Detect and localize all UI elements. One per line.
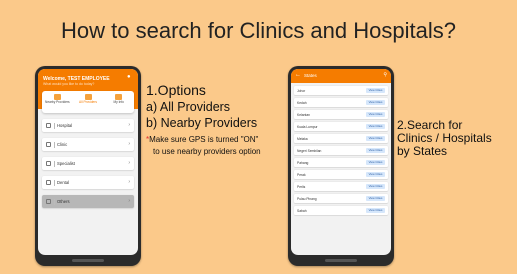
state-row: Melaka View Cities — [294, 134, 388, 143]
gps-note: *Make sure GPS is turned "ON" — [146, 135, 286, 144]
state-name: Melaka — [297, 136, 308, 141]
state-name: Kedah — [297, 100, 307, 105]
category-others[interactable]: Others › — [42, 195, 134, 208]
view-cities-button[interactable]: View Cities — [366, 87, 385, 94]
chevron-right-icon: › — [128, 160, 130, 166]
gps-note-text: Make sure GPS is turned "ON" — [149, 135, 259, 144]
tab-label: Nearby Providers — [45, 100, 70, 104]
state-name: Pahang — [297, 160, 309, 165]
category-specialist[interactable]: Specialist › — [42, 157, 134, 170]
chevron-right-icon: › — [128, 141, 130, 147]
search-line-3: by States — [397, 144, 448, 158]
option-all-providers: a) All Providers — [146, 100, 231, 114]
search-icon[interactable]: ⚲ — [383, 72, 387, 78]
tab-label: All Providers — [79, 100, 97, 104]
state-row: Pahang View Cities — [294, 158, 388, 167]
home-indicator — [325, 259, 357, 262]
view-cities-button[interactable]: View Cities — [366, 207, 385, 214]
states-list: Johor View Cities Kedah View Cities Kelant… — [294, 86, 388, 218]
divider — [54, 160, 55, 167]
view-cities-button[interactable]: View Cities — [366, 135, 385, 142]
provider-tabs: Nearby Providers All Providers My Info — [42, 91, 134, 113]
divider — [54, 179, 55, 186]
provider-category-list: Hospital › Clinic › Specialist › Dental … — [42, 119, 134, 214]
view-cities-button[interactable]: View Cities — [366, 195, 385, 202]
state-name: Kelantan — [297, 112, 311, 117]
divider — [54, 198, 55, 205]
state-name: Kuala Lumpur — [297, 124, 318, 129]
category-label: Hospital — [57, 123, 73, 128]
view-cities-button[interactable]: View Cities — [366, 159, 385, 166]
view-cities-button[interactable]: View Cities — [366, 111, 385, 118]
phone-right: ← States ⚲ Johor View Cities Kedah View Ci… — [288, 66, 394, 266]
state-row: Pulau Pinang View Cities — [294, 194, 388, 203]
search-description: 2.Search for Clinics / Hospitals by Stat… — [397, 119, 513, 158]
options-description: 1.Options a) All Providers b) Nearby Pro… — [146, 82, 286, 156]
view-cities-button[interactable]: View Cities — [366, 123, 385, 130]
view-cities-button[interactable]: View Cities — [366, 147, 385, 154]
category-label: Dental — [57, 180, 70, 185]
state-row: Kelantan View Cities — [294, 110, 388, 119]
clinic-icon — [46, 142, 51, 147]
state-row: Kuala Lumpur View Cities — [294, 122, 388, 131]
state-row: Sabah View Cities — [294, 206, 388, 215]
state-row: Johor View Cities — [294, 86, 388, 95]
states-header: ← States ⚲ — [291, 69, 391, 83]
divider — [54, 141, 55, 148]
category-label: Clinic — [57, 142, 68, 147]
hospital-icon — [46, 123, 51, 128]
category-label: Others — [57, 199, 70, 204]
state-name: Perlis — [297, 184, 306, 189]
slide: How to search for Clinics and Hospitals?… — [0, 0, 517, 274]
state-row: Perlis View Cities — [294, 182, 388, 191]
chevron-right-icon: › — [128, 198, 130, 204]
category-dental[interactable]: Dental › — [42, 176, 134, 189]
state-name: Johor — [297, 88, 306, 93]
gps-note-continued: to use nearby providers option — [153, 147, 261, 156]
states-title: States — [304, 73, 317, 78]
state-name: Pulau Pinang — [297, 196, 317, 201]
phone-left-screen: Welcome, TEST EMPLOYEE What would you li… — [38, 69, 138, 255]
state-name: Perak — [297, 172, 306, 177]
option-nearby-providers: b) Nearby Providers — [146, 116, 258, 130]
dental-icon — [46, 180, 51, 185]
slide-title: How to search for Clinics and Hospitals? — [61, 18, 456, 43]
tab-all-providers[interactable]: All Providers — [73, 91, 104, 113]
state-name: Negeri Sembilan — [297, 148, 322, 153]
tab-nearby-providers[interactable]: Nearby Providers — [42, 91, 73, 113]
state-row: Kedah View Cities — [294, 98, 388, 107]
chevron-right-icon: › — [128, 122, 130, 128]
tab-my-info[interactable]: My Info — [103, 91, 134, 113]
welcome-subtitle: What would you like to do today? — [43, 82, 95, 86]
home-indicator — [72, 259, 104, 262]
back-arrow-icon[interactable]: ← — [295, 72, 301, 78]
view-cities-button[interactable]: View Cities — [366, 183, 385, 190]
state-name: Sabah — [297, 208, 307, 213]
state-row: Negeri Sembilan View Cities — [294, 146, 388, 155]
tab-label: My Info — [113, 100, 124, 104]
others-icon — [46, 199, 51, 204]
view-cities-button[interactable]: View Cities — [366, 171, 385, 178]
options-title: 1.Options — [146, 82, 206, 98]
state-row: Perak View Cities — [294, 170, 388, 179]
phone-left: Welcome, TEST EMPLOYEE What would you li… — [35, 66, 141, 266]
category-clinic[interactable]: Clinic › — [42, 138, 134, 151]
category-hospital[interactable]: Hospital › — [42, 119, 134, 132]
category-label: Specialist — [57, 161, 75, 166]
phone-right-screen: ← States ⚲ Johor View Cities Kedah View Ci… — [291, 69, 391, 255]
chevron-right-icon: › — [128, 179, 130, 185]
divider — [54, 122, 55, 129]
view-cities-button[interactable]: View Cities — [366, 99, 385, 106]
specialist-icon — [46, 161, 51, 166]
bell-icon[interactable]: ● — [127, 74, 133, 80]
